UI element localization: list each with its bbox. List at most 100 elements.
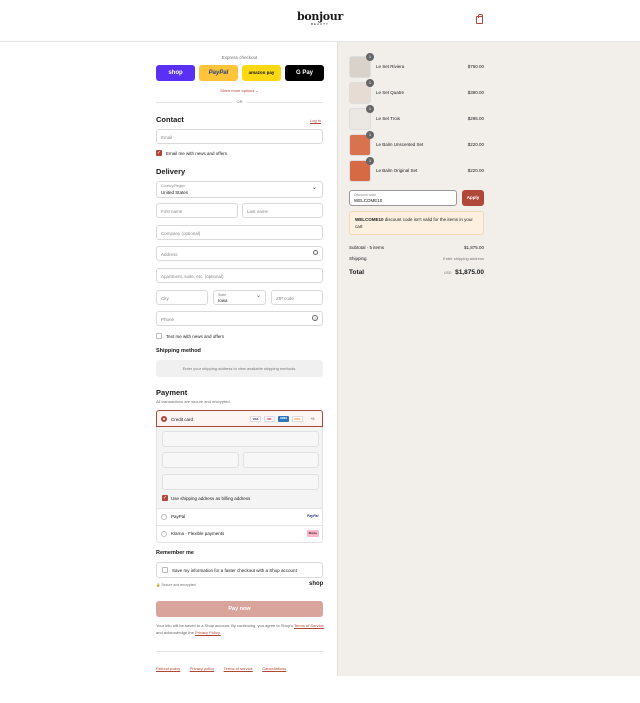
- or-divider-label: OR: [232, 99, 247, 104]
- help-icon[interactable]: ?: [312, 315, 318, 321]
- credit-card-radio[interactable]: [161, 416, 167, 422]
- country-label: Country/Region: [161, 184, 186, 188]
- first-name-field[interactable]: First name: [156, 203, 238, 218]
- klarna-option[interactable]: Klarna - Flexible payments Klarna.: [156, 526, 323, 543]
- item-name: Le Balm Unscented Set: [376, 142, 424, 147]
- footer-links: Refund policy Privacy policy Terms of se…: [156, 657, 291, 675]
- terms-link[interactable]: Terms of Service: [294, 623, 324, 628]
- news-checkbox[interactable]: ✓: [156, 150, 162, 156]
- last-name-field[interactable]: Last name: [242, 203, 323, 218]
- billing-label: Use shipping address as billing address: [171, 496, 251, 501]
- login-link[interactable]: Log in: [310, 118, 321, 123]
- terms-of-service-link[interactable]: Terms of service: [224, 666, 253, 671]
- refund-policy-link[interactable]: Refund policy: [156, 666, 180, 671]
- paypal-label: PayPal: [171, 514, 186, 519]
- zip-field[interactable]: ZIP code: [271, 290, 323, 305]
- visa-icon: VISA: [250, 416, 261, 422]
- pay-now-button[interactable]: Pay now: [156, 601, 323, 617]
- paypal-option[interactable]: PayPal PayPal: [156, 509, 323, 526]
- security-code-field[interactable]: [243, 452, 319, 468]
- total-value: $1,875.00: [455, 269, 484, 276]
- apply-button[interactable]: Apply: [462, 190, 484, 206]
- shipping-method-note: Enter your shipping address to view avai…: [156, 360, 323, 377]
- divider: [156, 651, 323, 652]
- legal-line: Your info will be saved to a Shop accoun…: [156, 623, 293, 628]
- secure-note: 🔒 Secure and encrypted: [156, 583, 196, 587]
- shipping-label: Shipping: [349, 256, 367, 261]
- phone-placeholder: Phone: [161, 317, 175, 322]
- product-thumbnail: 1: [349, 53, 374, 78]
- show-more-label: Show more options: [220, 88, 255, 93]
- logo[interactable]: bonjour BEAUTY: [296, 11, 344, 27]
- name-on-card-field[interactable]: [162, 474, 319, 490]
- item-price: $220.00: [467, 142, 484, 147]
- address-field[interactable]: Address: [156, 246, 323, 261]
- bag-icon[interactable]: [476, 14, 483, 24]
- quantity-badge: 1: [366, 79, 374, 87]
- klarna-logo-icon: Klarna.: [307, 530, 319, 537]
- quantity-badge: 1: [366, 53, 374, 61]
- paypal-button[interactable]: PayPal: [199, 65, 238, 81]
- klarna-label: Klarna - Flexible payments: [171, 531, 225, 536]
- card-number-field[interactable]: [162, 431, 319, 447]
- credit-card-label: Credit card: [171, 417, 194, 422]
- credit-card-option[interactable]: Credit card VISA MC AMEX DISC +6: [156, 410, 323, 427]
- item-price: $390.00: [467, 90, 484, 95]
- express-checkout-title: Express checkout: [221, 55, 258, 60]
- billing-checkbox[interactable]: ✓: [162, 495, 168, 501]
- lock-icon: 🔒: [156, 583, 161, 587]
- email-field[interactable]: Email: [156, 129, 323, 144]
- state-value: Iowa: [218, 298, 228, 303]
- quantity-badge: 1: [366, 131, 374, 139]
- shop-pay-button[interactable]: shop: [156, 65, 195, 81]
- text-checkbox[interactable]: [156, 333, 162, 339]
- login-link-label: Log in: [310, 118, 321, 123]
- legal-and: and acknowledge the: [156, 630, 194, 635]
- quantity-badge: 1: [366, 157, 374, 165]
- amazon-pay-button[interactable]: amazon pay: [242, 65, 281, 81]
- google-pay-button[interactable]: G Pay: [285, 65, 324, 81]
- item-name: Le Balm Original Set: [376, 168, 418, 173]
- item-price: $220.00: [467, 168, 484, 173]
- mastercard-icon: MC: [264, 416, 275, 422]
- cancellations-link[interactable]: Cancellations: [262, 666, 286, 671]
- city-field[interactable]: City: [156, 290, 208, 305]
- paypal-radio[interactable]: [161, 514, 167, 520]
- show-more-options-link[interactable]: Show more options ⌄: [156, 88, 323, 93]
- item-name: Le Set Quatre: [376, 90, 405, 95]
- text-label: Text me with news and offers: [166, 334, 224, 339]
- shipping-value: Enter shipping address: [443, 256, 484, 261]
- phone-field[interactable]: Phone ?: [156, 311, 323, 326]
- payment-subtitle: All transactions are secure and encrypte…: [156, 399, 231, 404]
- shop-logo: shop: [309, 581, 324, 587]
- amex-icon: AMEX: [278, 416, 289, 422]
- remember-me-option[interactable]: Save my information for a faster checkou…: [156, 562, 323, 578]
- discount-input[interactable]: Discount code WELCOME10: [349, 190, 457, 206]
- klarna-radio[interactable]: [161, 531, 167, 537]
- apartment-field[interactable]: Apartment, suite, etc. (optional): [156, 268, 323, 283]
- card-form: ✓ Use shipping address as billing addres…: [156, 427, 323, 509]
- address-placeholder: Address: [161, 252, 178, 257]
- product-thumbnail: 1: [349, 157, 374, 182]
- remember-me-heading: Remember me: [156, 550, 194, 556]
- total-label: Total: [349, 269, 365, 276]
- logo-text: bonjour: [296, 10, 344, 23]
- item-name: Le Set Trois: [376, 116, 401, 121]
- remember-checkbox[interactable]: [162, 567, 168, 573]
- subtotal-value: $1,875.00: [463, 245, 484, 250]
- contact-heading: Contact: [156, 115, 184, 124]
- country-value: United States: [161, 190, 189, 195]
- privacy-policy-link[interactable]: Privacy policy: [190, 666, 214, 671]
- expiration-field[interactable]: [162, 452, 239, 468]
- quantity-badge: 1: [366, 105, 374, 113]
- delivery-heading: Delivery: [156, 167, 186, 176]
- discount-value: WELCOME10: [354, 198, 383, 203]
- state-select[interactable]: State Iowa ⌄: [213, 290, 266, 305]
- news-label: Email me with news and offers: [166, 151, 227, 156]
- secure-label: Secure and encrypted: [161, 583, 196, 587]
- company-field[interactable]: Company (optional): [156, 225, 323, 240]
- privacy-link[interactable]: Privacy Policy.: [195, 630, 221, 635]
- search-icon: [313, 250, 318, 255]
- more-cards-label: +6: [310, 417, 315, 421]
- country-select[interactable]: Country/Region United States ⌄: [156, 181, 323, 198]
